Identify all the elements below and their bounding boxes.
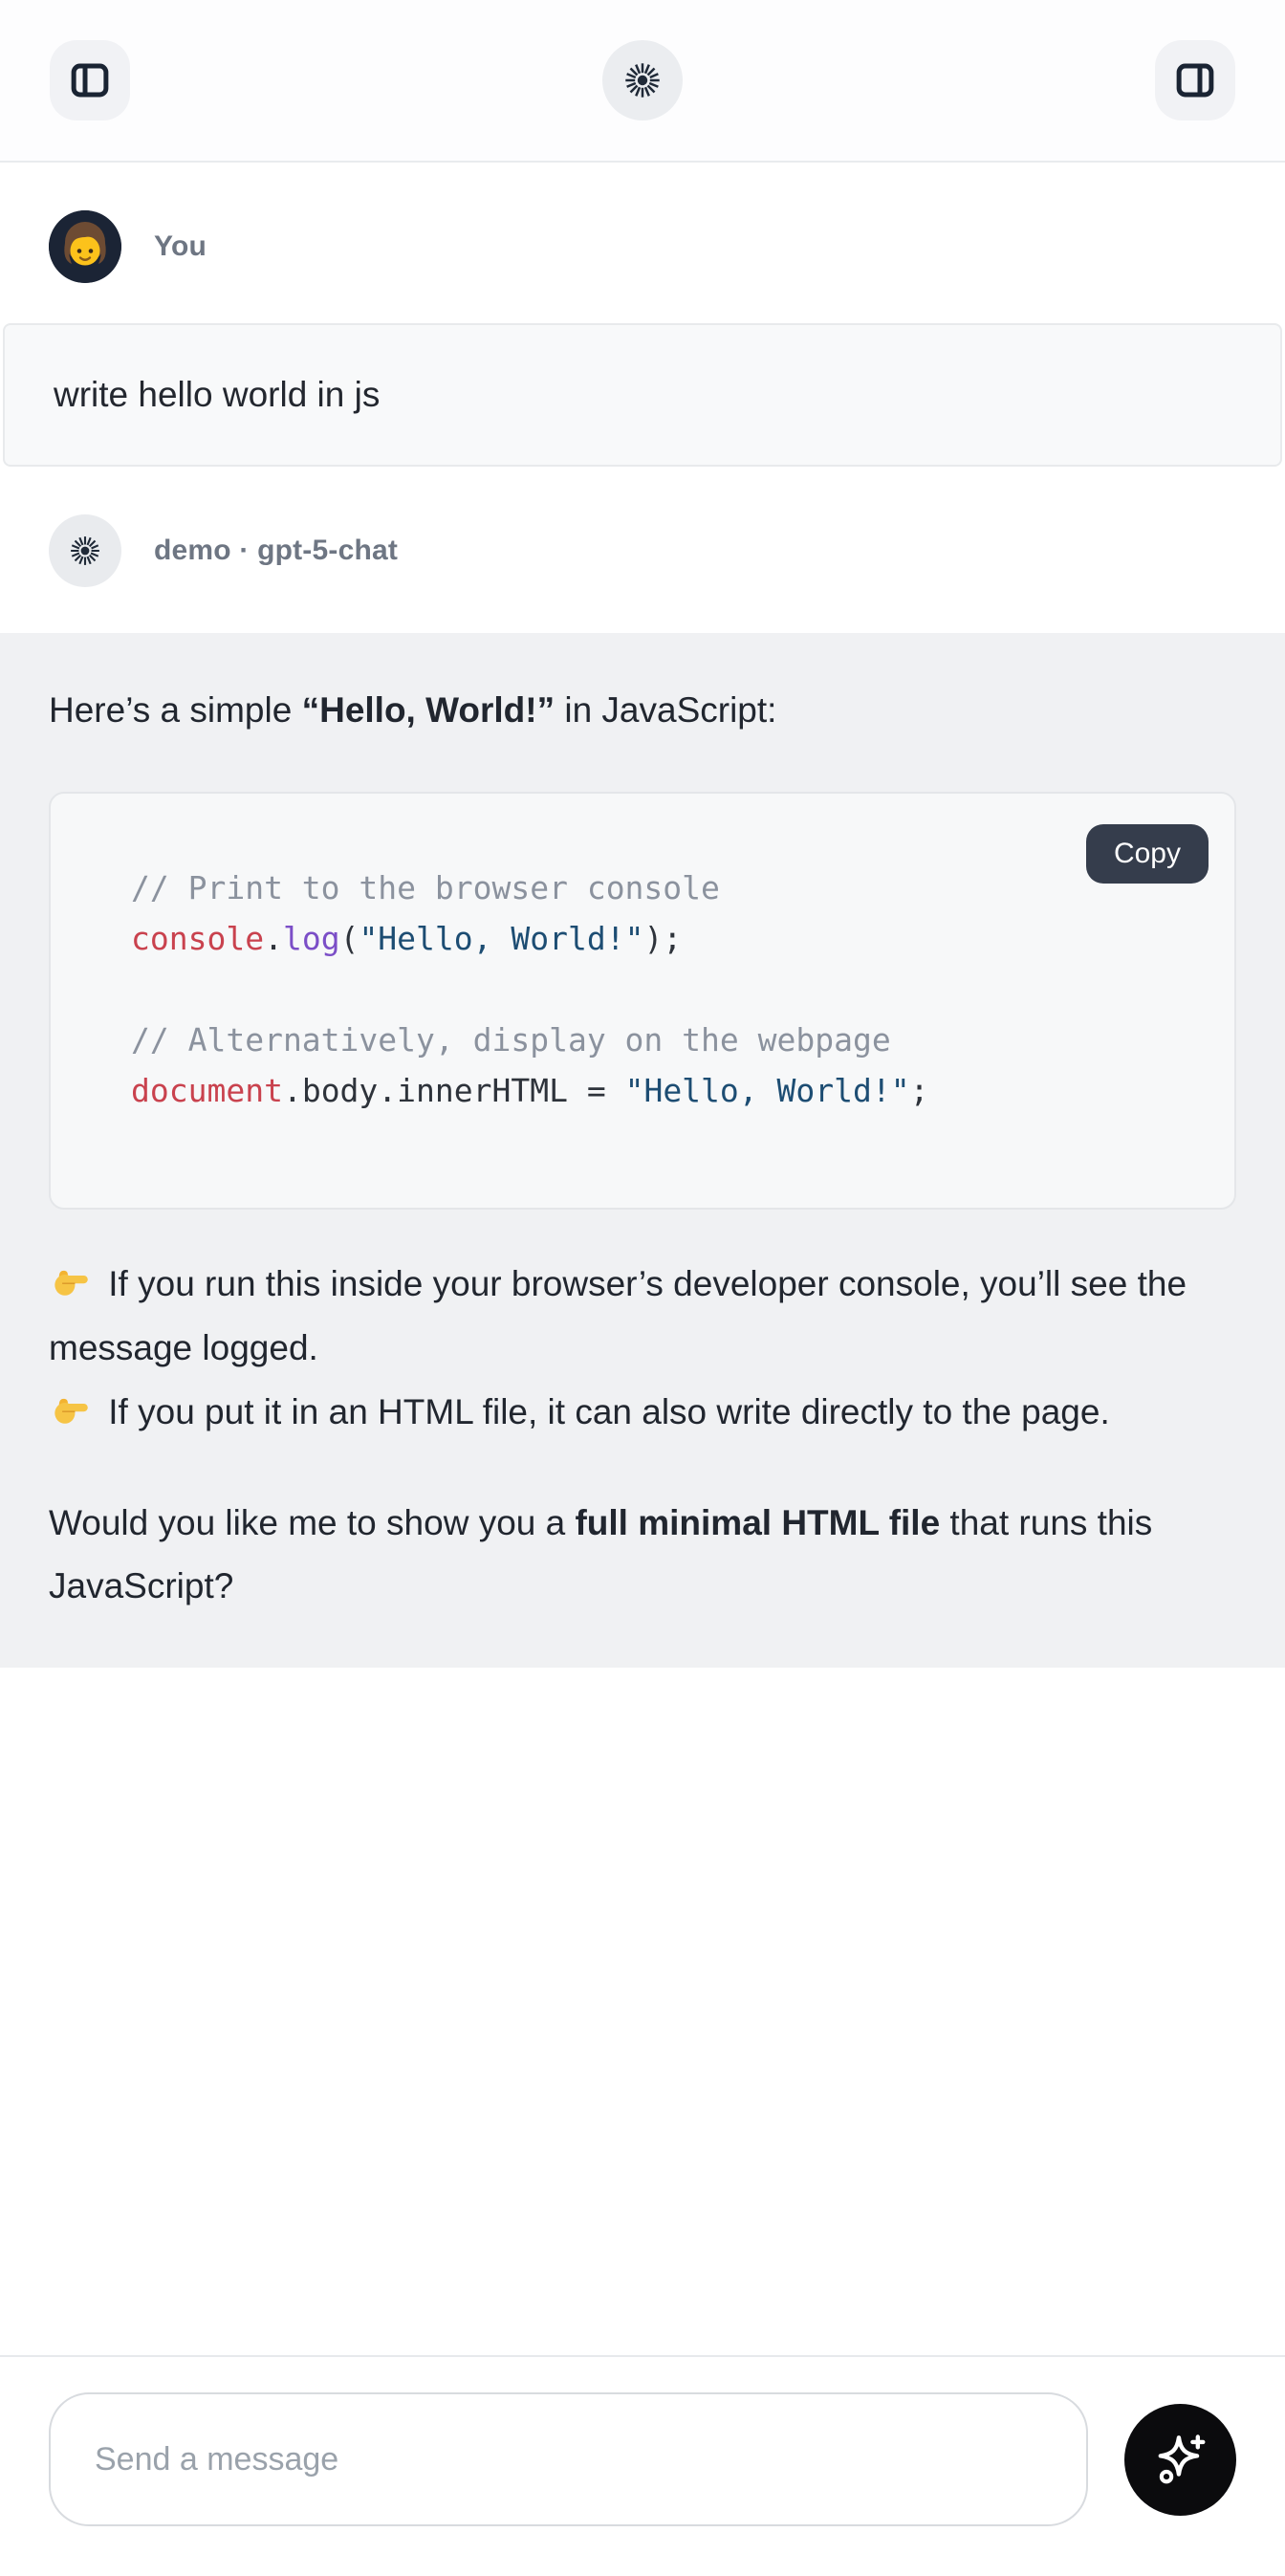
pointing-right-hand-emoji — [49, 1262, 93, 1300]
intro-bold-segment: “Hello, World!” — [302, 690, 555, 730]
user-message-header: You — [0, 163, 1285, 304]
copy-code-button[interactable]: Copy — [1086, 824, 1209, 884]
composer-bar — [0, 2355, 1285, 2576]
assistant-avatar — [49, 514, 121, 587]
panel-right-icon — [1173, 58, 1217, 102]
code-line — [131, 964, 1196, 1015]
user-avatar — [49, 210, 121, 283]
code-line: document.body.innerHTML = "Hello, World!… — [131, 1065, 1196, 1116]
followup-segment: Would you like me to show you a — [49, 1503, 575, 1542]
assistant-message-bubble: Here’s a simple “Hello, World!” in JavaS… — [0, 633, 1285, 1668]
assistant-message-header: demo · gpt-5-chat — [0, 467, 1285, 608]
panel-toggle-button[interactable] — [1155, 40, 1235, 120]
code-block: Copy // Print to the browser console con… — [49, 792, 1236, 1210]
user-author-label: You — [154, 230, 207, 263]
assistant-author-label: demo · gpt-5-chat — [154, 535, 398, 567]
note-text: If you put it in an HTML file, it can al… — [98, 1392, 1110, 1431]
intro-segment: Here’s a simple — [49, 690, 302, 730]
empty-chat-area — [0, 1668, 1285, 2355]
starburst-icon — [619, 56, 666, 104]
assistant-intro-text: Here’s a simple “Hello, World!” in JavaS… — [49, 679, 1236, 742]
pointing-right-hand-emoji — [49, 1390, 93, 1429]
intro-segment: in JavaScript: — [555, 690, 776, 730]
code-line: // Print to the browser console — [131, 862, 1196, 913]
chat-app: You write hello world in js demo · gpt-5… — [0, 0, 1285, 2576]
assistant-note-html: If you put it in an HTML file, it can al… — [49, 1380, 1236, 1444]
assistant-followup-text: Would you like me to show you a full min… — [49, 1492, 1236, 1618]
panel-left-icon — [68, 58, 112, 102]
sidebar-toggle-button[interactable] — [50, 40, 130, 120]
model-button[interactable] — [602, 40, 683, 120]
starburst-icon — [65, 531, 105, 571]
assistant-note-console: If you run this inside your browser’s de… — [49, 1252, 1236, 1380]
followup-bold-segment: full minimal HTML file — [575, 1503, 940, 1542]
code-line: // Alternatively, display on the webpage — [131, 1015, 1196, 1065]
person-emoji — [49, 210, 121, 283]
user-message-bubble: write hello world in js — [3, 323, 1282, 467]
top-bar — [0, 0, 1285, 163]
user-message-text: write hello world in js — [54, 375, 380, 415]
send-button[interactable] — [1124, 2404, 1236, 2516]
sparkle-icon — [1151, 2430, 1210, 2489]
message-input[interactable] — [49, 2392, 1088, 2526]
code-content: // Print to the browser console console.… — [131, 862, 1196, 1116]
code-line: console.log("Hello, World!"); — [131, 913, 1196, 964]
note-text: If you run this inside your browser’s de… — [49, 1264, 1187, 1367]
